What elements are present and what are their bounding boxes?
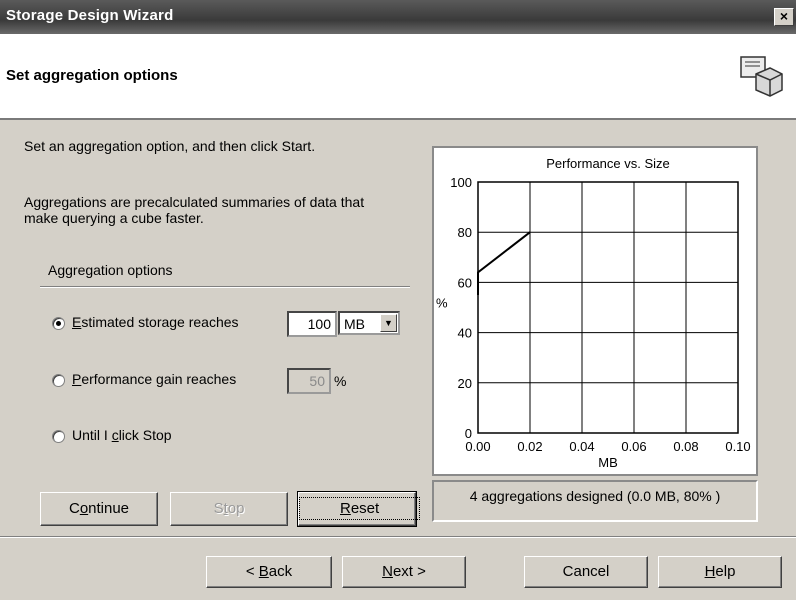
stop-pre: S <box>213 500 224 517</box>
help-button[interactable]: Help <box>658 556 782 588</box>
back-mnemonic: B <box>258 563 269 580</box>
x-tick-label: 0.02 <box>517 439 542 454</box>
description-line-2: make querying a cube faster. <box>24 210 204 226</box>
storage-radio[interactable] <box>52 317 65 330</box>
until-stop-option-label[interactable]: Until I click Stop <box>72 427 172 443</box>
storage-option-label[interactable]: Estimated storage reaches <box>72 314 239 330</box>
chart-title: Performance vs. Size <box>546 156 670 171</box>
close-button[interactable]: × <box>774 8 794 26</box>
group-divider <box>40 286 410 288</box>
performance-radio[interactable] <box>52 374 65 387</box>
reset-button[interactable]: Reset <box>297 491 421 527</box>
reset-focus-rect: Reset <box>299 497 421 520</box>
window-title: Storage Design Wizard <box>6 7 174 24</box>
until-stop-post: lick Stop <box>118 427 172 443</box>
x-tick-label: 0.10 <box>725 439 750 454</box>
until-stop-mnemonic: c <box>111 427 119 443</box>
instruction-text: Set an aggregation option, and then clic… <box>24 138 316 154</box>
cancel-button[interactable]: Cancel <box>524 556 648 588</box>
storage-cube-icon <box>740 56 783 97</box>
storage-unit-select[interactable]: MB ▼ <box>338 311 400 335</box>
stop-post: op <box>227 500 245 517</box>
help-post: elp <box>715 563 736 580</box>
next-mnemonic: N <box>382 563 393 580</box>
continue-post: ntinue <box>88 500 130 517</box>
y-tick-label: 60 <box>458 275 472 290</box>
until-stop-pre: Until I <box>72 427 112 443</box>
performance-value-input[interactable]: 50 <box>287 368 331 394</box>
continue-mnemonic: o <box>79 500 89 517</box>
title-bar: Storage Design Wizard × <box>0 0 796 34</box>
x-tick-label: 0.08 <box>673 439 698 454</box>
y-tick-label: 100 <box>450 175 472 190</box>
continue-pre: C <box>68 500 80 517</box>
y-tick-label: 40 <box>458 326 472 341</box>
performance-label-text: erformance gain reaches <box>81 371 237 387</box>
y-tick-label: 20 <box>458 376 472 391</box>
plot-area-border <box>477 181 739 434</box>
until-stop-radio[interactable] <box>52 430 65 443</box>
continue-button[interactable]: Continue <box>40 492 158 526</box>
status-panel: 4 aggregations designed (0.0 MB, 80% ) <box>432 480 758 522</box>
aggregation-options-label: Aggregation options <box>48 262 173 278</box>
wizard-header: Set aggregation options <box>0 34 796 120</box>
x-axis-label: MB <box>598 455 618 470</box>
y-axis-label: % <box>436 296 448 311</box>
y-tick-label: 80 <box>458 225 472 240</box>
storage-value-input[interactable]: 100 <box>287 311 337 337</box>
x-tick-label: 0.04 <box>569 439 594 454</box>
back-pre: < <box>245 563 259 580</box>
footer-divider <box>0 536 796 538</box>
x-tick-label: 0.00 <box>465 439 490 454</box>
description-line-1: Aggregations are precalculated summaries… <box>24 194 365 210</box>
storage-mnemonic: E <box>72 314 82 330</box>
chevron-down-icon[interactable]: ▼ <box>380 314 397 332</box>
reset-post: eset <box>350 500 380 517</box>
series-line <box>477 231 531 295</box>
status-text: 4 aggregations designed (0.0 MB, 80% ) <box>469 488 721 504</box>
percent-symbol: % <box>334 373 347 389</box>
x-tick-label: 0.06 <box>621 439 646 454</box>
back-post: ack <box>268 563 293 580</box>
storage-unit-value: MB <box>344 316 365 332</box>
y-tick-label: 0 <box>465 426 472 441</box>
performance-mnemonic: P <box>72 371 82 387</box>
back-button[interactable]: < Back <box>206 556 332 588</box>
next-post: ext > <box>392 563 426 580</box>
page-title: Set aggregation options <box>6 67 178 84</box>
reset-mnemonic: R <box>340 500 351 517</box>
storage-label-text: stimated storage reaches <box>81 314 239 330</box>
stop-button[interactable]: Stop <box>170 492 288 526</box>
performance-chart-panel: Performance vs. Size 0.00 0.02 0.04 0.06 0.08… <box>432 146 758 476</box>
performance-chart: Performance vs. Size 0.00 0.02 0.04 0.06 0.08… <box>436 156 751 470</box>
performance-option-label[interactable]: Performance gain reaches <box>72 371 236 387</box>
next-button[interactable]: Next > <box>342 556 466 588</box>
help-mnemonic: H <box>704 563 716 580</box>
